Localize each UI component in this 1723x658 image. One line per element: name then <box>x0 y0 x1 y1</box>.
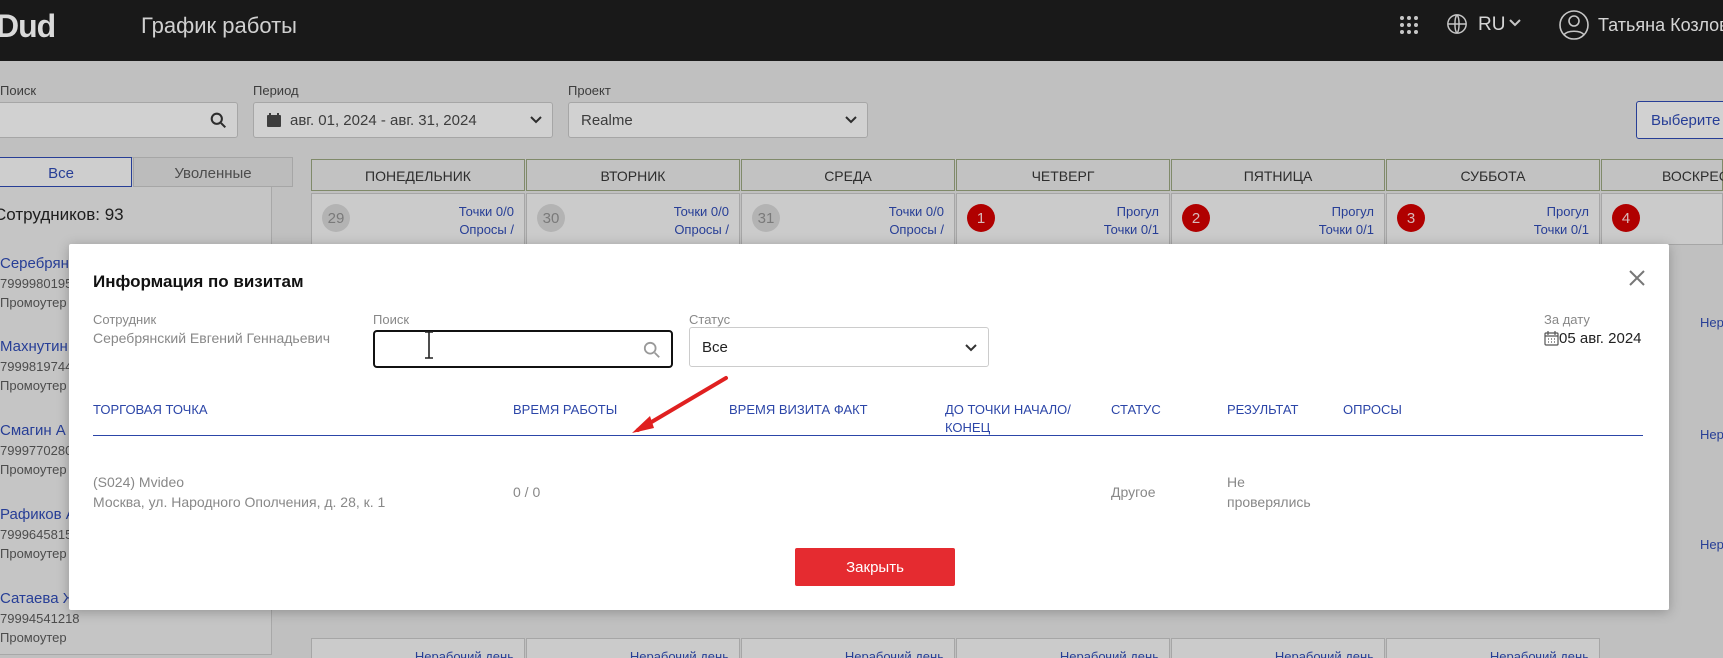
search-icon[interactable] <box>643 341 661 359</box>
close-button[interactable]: Закрыть <box>795 548 955 586</box>
work-time-cell: 0 / 0 <box>513 484 541 500</box>
annotation-arrow-icon <box>632 376 728 433</box>
column-work-time: Время работы <box>513 402 618 417</box>
column-outlet: Торговая точка <box>93 402 208 417</box>
employee-value: Серебрянский Евгений Геннадьевич <box>93 330 331 346</box>
status-select[interactable]: Все <box>689 327 989 367</box>
result-cell: Не проверялись <box>1227 474 1311 510</box>
column-surveys: Опросы <box>1343 402 1402 417</box>
column-result: Результат <box>1227 402 1299 417</box>
status-cell: Другое <box>1111 484 1156 500</box>
column-visit-time: Время визита факт <box>729 402 868 417</box>
column-status: Статус <box>1111 402 1161 417</box>
outlet-cell: (S024) Mvideo Москва, ул. Народного Опол… <box>93 472 385 512</box>
close-icon[interactable] <box>1627 268 1647 288</box>
text-cursor-icon <box>425 331 433 359</box>
chevron-down-icon <box>965 344 977 352</box>
calendar-icon[interactable] <box>1544 330 1559 346</box>
visit-search-field[interactable] <box>373 330 673 368</box>
outlet-name: (S024) Mvideo <box>93 474 185 490</box>
date-label: За дату <box>1544 312 1590 327</box>
modal-title: Информация по визитам <box>93 272 304 291</box>
outlet-address: Москва, ул. Народного Ополчения, д. 28, … <box>93 494 386 510</box>
date-value[interactable]: 05 авг. 2024 <box>1559 330 1642 347</box>
visit-search-input[interactable] <box>385 332 625 364</box>
visits-info-modal: Информация по визитам Сотрудник Серебрян… <box>69 244 1669 610</box>
status-value: Все <box>702 339 728 356</box>
status-label: Статус <box>689 312 731 327</box>
table-header-divider <box>93 435 1643 436</box>
search-label: Поиск <box>373 312 410 327</box>
employee-label: Сотрудник <box>93 312 157 327</box>
column-distance: До точки начало/ конец <box>945 402 1071 435</box>
